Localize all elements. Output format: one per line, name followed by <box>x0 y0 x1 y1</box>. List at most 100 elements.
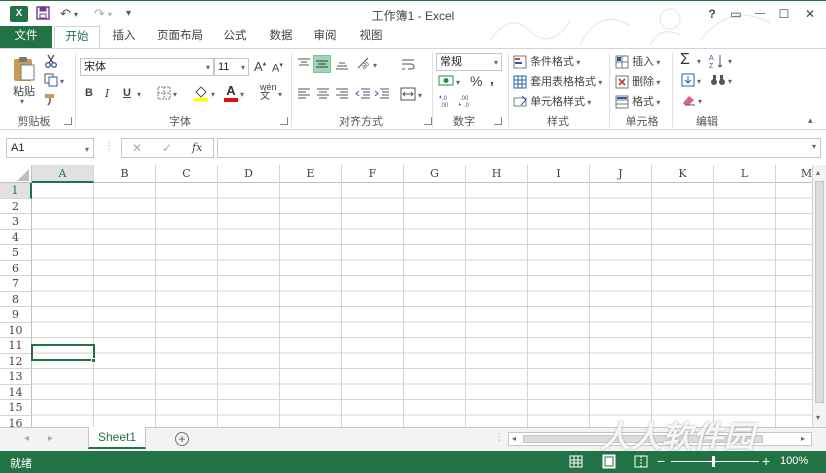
enter-icon[interactable]: ✓ <box>162 141 172 155</box>
expand-formula-bar-icon[interactable]: ▾ <box>812 142 816 151</box>
zoom-slider-thumb[interactable] <box>712 456 715 467</box>
select-all-button[interactable] <box>0 165 32 183</box>
align-right-icon[interactable] <box>335 87 349 101</box>
row-header-10[interactable]: 10 <box>0 322 32 338</box>
alignment-dialog-launcher[interactable] <box>424 117 432 125</box>
sort-filter-icon[interactable]: AZ <box>708 53 726 69</box>
font-dialog-launcher[interactable] <box>280 117 288 125</box>
row-header-8[interactable]: 8 <box>0 291 32 307</box>
comma-style-button[interactable]: , <box>490 71 494 87</box>
align-center-icon[interactable] <box>316 87 330 101</box>
align-bottom-icon[interactable] <box>335 57 349 71</box>
format-cells-button[interactable]: 格式 ▾ <box>615 93 660 109</box>
tab-home[interactable]: 开始 <box>54 26 100 49</box>
column-header-k[interactable]: K <box>652 165 714 183</box>
fill-dropdown-icon[interactable]: ▾ <box>697 77 701 86</box>
orientation-icon[interactable]: ab <box>356 56 372 72</box>
find-dropdown-icon[interactable]: ▾ <box>728 77 732 86</box>
align-left-icon[interactable] <box>297 87 311 101</box>
align-middle-button[interactable] <box>313 55 331 73</box>
column-header-d[interactable]: D <box>218 165 280 183</box>
minimize-button[interactable]: — <box>748 4 772 24</box>
vertical-scroll-thumb[interactable] <box>815 181 824 403</box>
chevron-down-icon[interactable]: ▾ <box>494 55 498 71</box>
next-sheet-icon[interactable]: ▸ <box>48 433 53 444</box>
underline-dropdown-icon[interactable]: ▾ <box>137 90 141 99</box>
clear-icon[interactable] <box>681 93 697 107</box>
scroll-left-icon[interactable]: ◂ <box>512 434 516 443</box>
chevron-down-icon[interactable]: ▾ <box>241 60 245 76</box>
scroll-right-icon[interactable]: ▸ <box>801 434 805 443</box>
decrease-indent-icon[interactable] <box>355 87 371 101</box>
active-cell[interactable] <box>31 344 95 361</box>
insert-cells-button[interactable]: 插入 ▾ <box>615 53 660 69</box>
new-sheet-button[interactable]: + <box>175 432 189 446</box>
row-header-15[interactable]: 15 <box>0 400 32 416</box>
row-header-1[interactable]: 1 <box>0 183 32 199</box>
copy-icon[interactable] <box>44 73 58 87</box>
clipboard-dialog-launcher[interactable] <box>64 117 72 125</box>
scroll-up-icon[interactable]: ▴ <box>816 168 820 177</box>
borders-icon[interactable] <box>157 86 171 100</box>
help-button[interactable]: ? <box>700 4 724 24</box>
font-name-combo[interactable]: 宋体 ▾ <box>80 58 214 76</box>
cell-styles-button[interactable]: 单元格样式 ▾ <box>513 93 591 109</box>
autosum-dropdown-icon[interactable]: ▾ <box>697 57 701 66</box>
zoom-in-button[interactable]: + <box>762 453 770 469</box>
row-header-7[interactable]: 7 <box>0 276 32 292</box>
phonetic-dropdown-icon[interactable]: ▾ <box>278 90 282 99</box>
number-dialog-launcher[interactable] <box>494 117 502 125</box>
scroll-down-icon[interactable]: ▾ <box>816 413 820 422</box>
merge-dropdown-icon[interactable]: ▾ <box>418 91 422 100</box>
number-format-combo[interactable]: 常规 ▾ <box>436 53 502 71</box>
row-header-11[interactable]: 11 <box>0 338 32 354</box>
tab-page-layout[interactable]: 页面布局 <box>148 26 212 48</box>
accounting-format-icon[interactable] <box>438 73 456 89</box>
zoom-out-button[interactable]: − <box>657 453 665 469</box>
column-header-l[interactable]: L <box>714 165 776 183</box>
ribbon-display-options-button[interactable]: ▭ <box>724 4 748 24</box>
tab-data[interactable]: 数据 <box>262 26 300 48</box>
row-header-2[interactable]: 2 <box>0 198 32 214</box>
row-header-12[interactable]: 12 <box>0 353 32 369</box>
underline-button[interactable]: U <box>123 87 131 99</box>
page-layout-view-icon[interactable] <box>602 454 616 469</box>
column-header-h[interactable]: H <box>466 165 528 183</box>
row-header-9[interactable]: 9 <box>0 307 32 323</box>
fill-down-icon[interactable] <box>681 73 695 87</box>
delete-cells-button[interactable]: 删除 ▾ <box>615 73 660 89</box>
prev-sheet-icon[interactable]: ◂ <box>24 433 29 444</box>
tab-split-grip-icon[interactable]: ⋮ <box>494 432 504 443</box>
chevron-down-icon[interactable]: ▾ <box>206 60 210 76</box>
accounting-dropdown-icon[interactable]: ▾ <box>456 78 460 87</box>
orientation-dropdown-icon[interactable]: ▾ <box>373 61 377 70</box>
increase-decimal-icon[interactable]: .0.00 <box>438 93 456 109</box>
align-top-icon[interactable] <box>297 57 311 71</box>
bold-button[interactable]: B <box>85 87 93 99</box>
row-header-13[interactable]: 13 <box>0 369 32 385</box>
font-color-dropdown-icon[interactable]: ▾ <box>240 90 244 99</box>
conditional-formatting-button[interactable]: 条件格式 ▾ <box>513 53 580 69</box>
column-header-i[interactable]: I <box>528 165 590 183</box>
column-header-g[interactable]: G <box>404 165 466 183</box>
fill-color-icon[interactable] <box>193 84 209 102</box>
formula-input[interactable]: ▾ <box>217 138 821 158</box>
find-select-icon[interactable] <box>710 73 726 87</box>
row-header-4[interactable]: 4 <box>0 229 32 245</box>
borders-dropdown-icon[interactable]: ▾ <box>173 90 177 99</box>
increase-font-size-button[interactable]: A▴ <box>254 59 266 74</box>
sheet-tab-sheet1[interactable]: Sheet1 <box>88 427 146 449</box>
row-header-14[interactable]: 14 <box>0 384 32 400</box>
font-color-button[interactable]: A <box>224 84 238 102</box>
close-button[interactable]: ✕ <box>798 4 822 24</box>
column-header-j[interactable]: J <box>590 165 652 183</box>
percent-style-button[interactable]: % <box>470 73 482 89</box>
tab-view[interactable]: 视图 <box>352 26 390 48</box>
cut-icon[interactable] <box>44 54 58 68</box>
italic-button[interactable]: I <box>105 87 109 100</box>
row-header-16[interactable]: 16 <box>0 415 32 427</box>
fill-handle[interactable] <box>91 358 96 363</box>
wrap-text-icon[interactable] <box>400 57 416 73</box>
vertical-scrollbar[interactable]: ▴ ▾ <box>812 165 826 427</box>
tab-file[interactable]: 文件 <box>0 26 52 48</box>
